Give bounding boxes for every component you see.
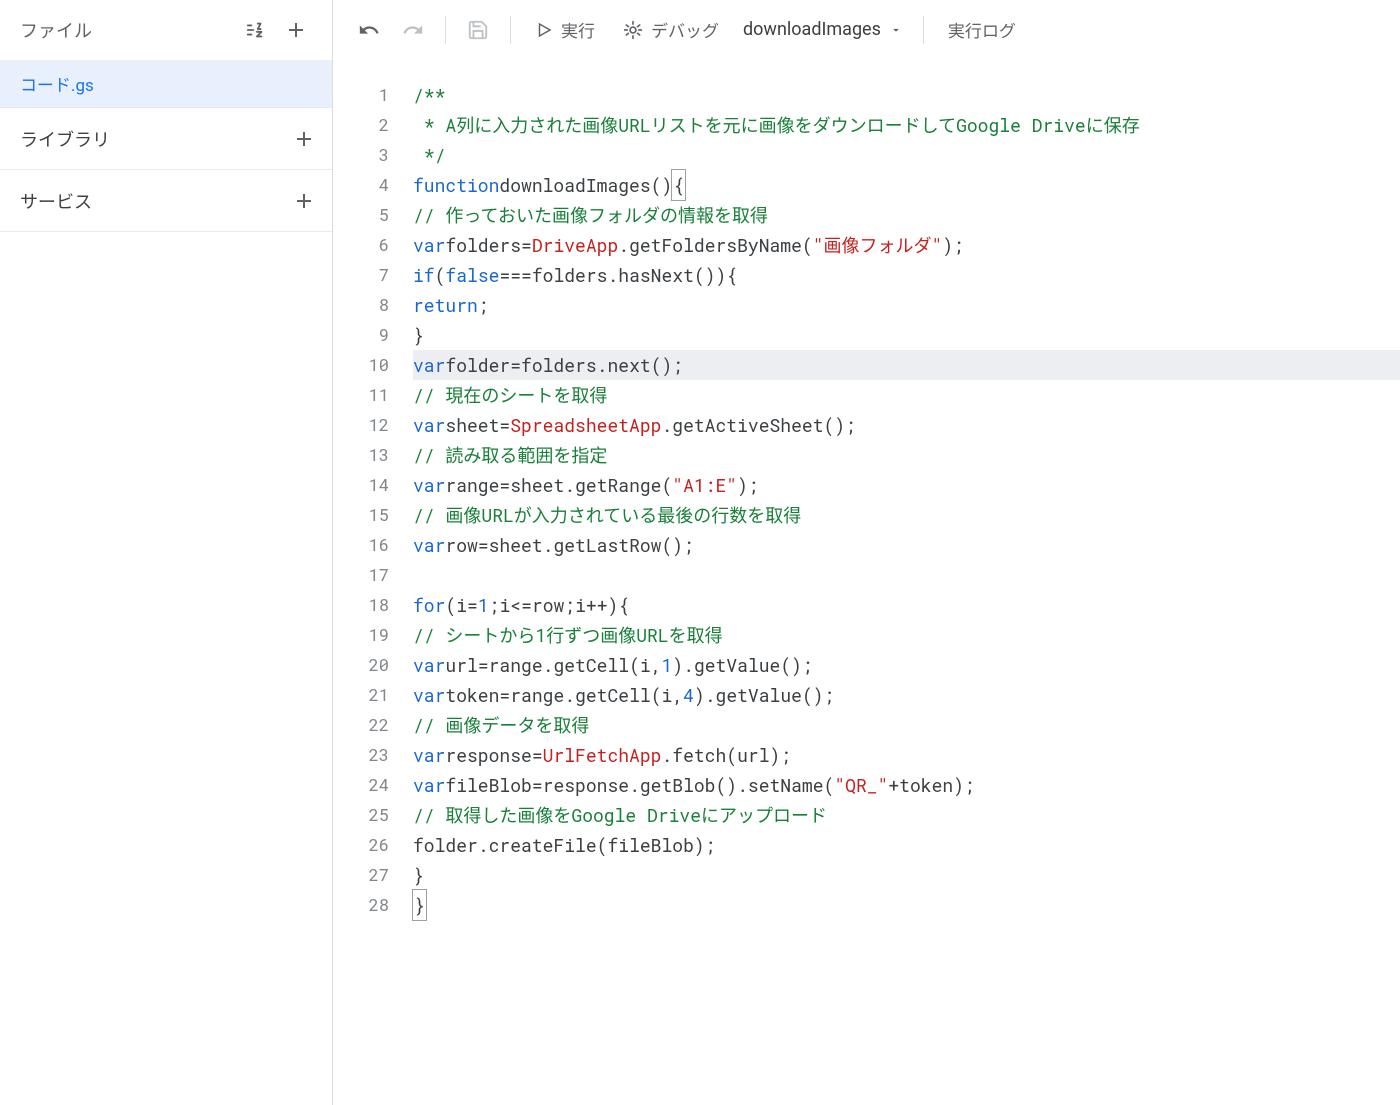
section-label: サービス: [20, 188, 292, 214]
run-button[interactable]: 実行: [523, 10, 607, 50]
sidebar-header: ファイル: [0, 0, 332, 60]
line-number: 10: [333, 350, 389, 380]
line-number: 17: [333, 560, 389, 590]
toolbar: 実行 デバッグ downloadImages 実行ログ: [333, 0, 1400, 60]
code-line[interactable]: // 画像データを取得: [413, 710, 1400, 740]
code-line[interactable]: function downloadImages() {: [413, 170, 1400, 200]
sidebar-section[interactable]: サービス: [0, 170, 332, 232]
code-line[interactable]: // 作っておいた画像フォルダの情報を取得: [413, 200, 1400, 230]
line-number: 5: [333, 200, 389, 230]
code-area[interactable]: /** * A列に入力された画像URLリストを元に画像をダウンロードしてGoog…: [413, 80, 1400, 1105]
code-line[interactable]: // 取得した画像をGoogle Driveにアップロード: [413, 800, 1400, 830]
code-line[interactable]: var folder = folders.next();: [413, 350, 1400, 380]
redo-button[interactable]: [393, 10, 433, 50]
toolbar-separator: [445, 16, 446, 44]
line-number: 9: [333, 320, 389, 350]
code-line[interactable]: var sheet = SpreadsheetApp.getActiveShee…: [413, 410, 1400, 440]
line-number: 22: [333, 710, 389, 740]
add-file-button[interactable]: [276, 10, 316, 50]
code-line[interactable]: return;: [413, 290, 1400, 320]
line-number: 3: [333, 140, 389, 170]
file-list: コード.gs: [0, 60, 332, 108]
line-number: 16: [333, 530, 389, 560]
code-line[interactable]: var folders = DriveApp.getFoldersByName(…: [413, 230, 1400, 260]
code-line[interactable]: // 現在のシートを取得: [413, 380, 1400, 410]
code-editor[interactable]: 1234567891011121314151617181920212223242…: [333, 60, 1400, 1105]
execution-log-button[interactable]: 実行ログ: [936, 10, 1028, 50]
code-line[interactable]: // 画像URLが入力されている最後の行数を取得: [413, 500, 1400, 530]
line-number: 8: [333, 290, 389, 320]
debug-button[interactable]: デバッグ: [611, 10, 731, 50]
line-number: 14: [333, 470, 389, 500]
line-number: 25: [333, 800, 389, 830]
play-icon: [535, 21, 553, 39]
line-number: 21: [333, 680, 389, 710]
sidebar: ファイル コード.gs ライブラリサービス: [0, 0, 333, 1105]
code-line[interactable]: for (i = 1; i <= row; i++) {: [413, 590, 1400, 620]
code-line[interactable]: var range = sheet.getRange("A1:E");: [413, 470, 1400, 500]
code-line[interactable]: var response = UrlFetchApp.fetch(url);: [413, 740, 1400, 770]
chevron-down-icon: [889, 23, 903, 37]
undo-button[interactable]: [349, 10, 389, 50]
code-line[interactable]: */: [413, 140, 1400, 170]
line-number: 6: [333, 230, 389, 260]
code-line[interactable]: }: [413, 890, 1400, 920]
function-name: downloadImages: [743, 19, 881, 40]
section-label: ライブラリ: [20, 126, 292, 152]
toolbar-separator: [510, 16, 511, 44]
sort-az-button[interactable]: [236, 10, 276, 50]
main-area: 実行 デバッグ downloadImages 実行ログ 123456789101…: [333, 0, 1400, 1105]
line-number: 12: [333, 410, 389, 440]
line-number: 13: [333, 440, 389, 470]
code-line[interactable]: /**: [413, 80, 1400, 110]
line-number: 23: [333, 740, 389, 770]
plus-icon[interactable]: [292, 127, 316, 151]
line-gutter: 1234567891011121314151617181920212223242…: [333, 80, 413, 1105]
line-number: 7: [333, 260, 389, 290]
line-number: 20: [333, 650, 389, 680]
line-number: 15: [333, 500, 389, 530]
sidebar-title: ファイル: [20, 17, 236, 43]
line-number: 19: [333, 620, 389, 650]
code-line[interactable]: }: [413, 320, 1400, 350]
code-line[interactable]: * A列に入力された画像URLリストを元に画像をダウンロードしてGoogle D…: [413, 110, 1400, 140]
toolbar-separator: [923, 16, 924, 44]
sidebar-section[interactable]: ライブラリ: [0, 108, 332, 170]
save-button[interactable]: [458, 10, 498, 50]
code-line[interactable]: }: [413, 860, 1400, 890]
line-number: 27: [333, 860, 389, 890]
debug-label: デバッグ: [651, 17, 719, 42]
code-line[interactable]: if(false === folders.hasNext()) {: [413, 260, 1400, 290]
line-number: 2: [333, 110, 389, 140]
execution-log-label: 実行ログ: [948, 17, 1016, 42]
code-line[interactable]: var row = sheet.getLastRow();: [413, 530, 1400, 560]
code-line[interactable]: folder.createFile(fileBlob);: [413, 830, 1400, 860]
line-number: 4: [333, 170, 389, 200]
code-line[interactable]: var url = range.getCell(i,1).getValue();: [413, 650, 1400, 680]
function-selector[interactable]: downloadImages: [735, 10, 911, 50]
code-line[interactable]: var fileBlob = response.getBlob().setNam…: [413, 770, 1400, 800]
line-number: 28: [333, 890, 389, 920]
debug-icon: [623, 20, 643, 40]
code-line[interactable]: // シートから1行ずつ画像URLを取得: [413, 620, 1400, 650]
run-label: 実行: [561, 17, 595, 42]
plus-icon[interactable]: [292, 189, 316, 213]
line-number: 26: [333, 830, 389, 860]
line-number: 24: [333, 770, 389, 800]
file-item[interactable]: コード.gs: [0, 60, 332, 108]
code-line[interactable]: var token = range.getCell(i,4).getValue(…: [413, 680, 1400, 710]
line-number: 18: [333, 590, 389, 620]
code-line[interactable]: // 読み取る範囲を指定: [413, 440, 1400, 470]
code-line[interactable]: [413, 560, 1400, 590]
line-number: 1: [333, 80, 389, 110]
line-number: 11: [333, 380, 389, 410]
sidebar-sections: ライブラリサービス: [0, 108, 332, 232]
